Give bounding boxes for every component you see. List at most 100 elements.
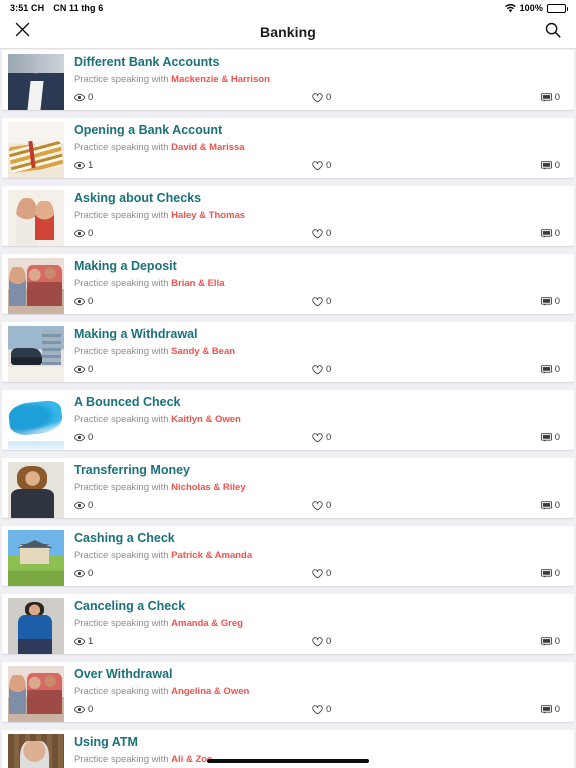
comment-icon [540, 229, 552, 238]
lesson-thumbnail [8, 258, 64, 314]
heart-icon [312, 500, 323, 511]
lesson-stats: 0 0 0 [74, 567, 568, 580]
subtitle-prefix: Practice speaking with [74, 346, 172, 357]
lesson-list[interactable]: Different Bank Accounts Practice speakin… [0, 50, 576, 768]
likes-stat[interactable]: 0 [312, 500, 331, 511]
subtitle-prefix: Practice speaking with [74, 482, 172, 493]
lesson-thumbnail [8, 54, 64, 110]
comments-count: 0 [554, 160, 560, 171]
lesson-stats: 0 0 0 [74, 703, 568, 716]
comments-stat[interactable]: 0 [540, 364, 560, 375]
lesson-partners: Angelina & Owen [171, 686, 250, 697]
lesson-partners: Nicholas & Riley [171, 482, 246, 493]
comments-count: 0 [554, 228, 560, 239]
views-stat[interactable]: 0 [74, 364, 93, 375]
status-bar-left: 3:51 CH CN 11 thg 6 [10, 3, 103, 13]
wifi-icon [504, 3, 516, 13]
lesson-title: Cashing a Check [74, 531, 175, 545]
status-date: CN 11 thg 6 [53, 3, 104, 13]
list-item-6[interactable]: A Bounced Check Practice speaking with K… [2, 390, 574, 450]
comment-icon [540, 365, 552, 374]
lesson-title: Canceling a Check [74, 599, 186, 613]
list-item-2[interactable]: Opening a Bank Account Practice speaking… [2, 118, 574, 178]
views-stat[interactable]: 0 [74, 704, 93, 715]
likes-count: 0 [326, 568, 332, 579]
battery-icon [547, 3, 568, 13]
likes-stat[interactable]: 0 [312, 432, 331, 443]
status-bar-right: 100% [504, 3, 568, 13]
list-item-10[interactable]: Over Withdrawal Practice speaking with A… [2, 662, 574, 722]
eye-icon [74, 161, 85, 170]
likes-count: 0 [326, 296, 332, 307]
list-item-9[interactable]: Canceling a Check Practice speaking with… [2, 594, 574, 654]
likes-stat[interactable]: 0 [312, 228, 331, 239]
lesson-thumbnail [8, 326, 64, 382]
views-count: 0 [88, 296, 94, 307]
lesson-thumbnail [8, 734, 64, 768]
list-item-1[interactable]: Different Bank Accounts Practice speakin… [2, 50, 574, 110]
views-stat[interactable]: 0 [74, 92, 93, 103]
subtitle-prefix: Practice speaking with [74, 550, 172, 561]
eye-icon [74, 365, 85, 374]
lesson-subtitle: Practice speaking with Brian & Ella [74, 277, 568, 290]
lesson-partners: Patrick & Amanda [171, 550, 253, 561]
comments-stat[interactable]: 0 [540, 704, 560, 715]
subtitle-prefix: Practice speaking with [74, 142, 172, 153]
lesson-body: Asking about Checks Practice speaking wi… [64, 190, 574, 246]
list-item-7[interactable]: Transferring Money Practice speaking wit… [2, 458, 574, 518]
lesson-subtitle: Practice speaking with Nicholas & Riley [74, 481, 568, 494]
list-item-3[interactable]: Asking about Checks Practice speaking wi… [2, 186, 574, 246]
lesson-stats: 0 0 0 [74, 431, 568, 444]
likes-count: 0 [326, 228, 332, 239]
views-stat[interactable]: 0 [74, 432, 93, 443]
subtitle-prefix: Practice speaking with [74, 74, 172, 85]
comments-count: 0 [554, 704, 560, 715]
list-item-4[interactable]: Making a Deposit Practice speaking with … [2, 254, 574, 314]
lesson-subtitle: Practice speaking with David & Marissa [74, 141, 568, 154]
views-stat[interactable]: 0 [74, 296, 93, 307]
comments-stat[interactable]: 0 [540, 500, 560, 511]
list-item-8[interactable]: Cashing a Check Practice speaking with P… [2, 526, 574, 586]
likes-stat[interactable]: 0 [312, 636, 331, 647]
lesson-body: Making a Deposit Practice speaking with … [64, 258, 574, 314]
list-item-5[interactable]: Making a Withdrawal Practice speaking wi… [2, 322, 574, 382]
comments-stat[interactable]: 0 [540, 160, 560, 171]
battery-percent: 100% [519, 3, 543, 13]
likes-count: 0 [326, 704, 332, 715]
eye-icon [74, 93, 85, 102]
comments-stat[interactable]: 0 [540, 636, 560, 647]
lesson-body: Different Bank Accounts Practice speakin… [64, 54, 574, 110]
lesson-thumbnail [8, 666, 64, 722]
likes-stat[interactable]: 0 [312, 92, 331, 103]
eye-icon [74, 501, 85, 510]
likes-stat[interactable]: 0 [312, 568, 331, 579]
comments-stat[interactable]: 0 [540, 568, 560, 579]
comments-count: 0 [554, 432, 560, 443]
comments-stat[interactable]: 0 [540, 92, 560, 103]
views-stat[interactable]: 1 [74, 636, 93, 647]
likes-stat[interactable]: 0 [312, 364, 331, 375]
views-stat[interactable]: 1 [74, 160, 93, 171]
views-count: 0 [88, 364, 94, 375]
comments-count: 0 [554, 636, 560, 647]
subtitle-prefix: Practice speaking with [74, 414, 172, 425]
comments-stat[interactable]: 0 [540, 228, 560, 239]
comment-icon [540, 637, 552, 646]
search-button[interactable] [539, 18, 567, 46]
comments-count: 0 [554, 296, 560, 307]
close-button[interactable] [8, 18, 36, 46]
comments-stat[interactable]: 0 [540, 296, 560, 307]
likes-stat[interactable]: 0 [312, 704, 331, 715]
comments-count: 0 [554, 364, 560, 375]
heart-icon [312, 364, 323, 375]
comments-stat[interactable]: 0 [540, 432, 560, 443]
views-stat[interactable]: 0 [74, 500, 93, 511]
lesson-subtitle: Practice speaking with Mackenzie & Harri… [74, 73, 568, 86]
comment-icon [540, 433, 552, 442]
views-stat[interactable]: 0 [74, 228, 93, 239]
views-stat[interactable]: 0 [74, 568, 93, 579]
likes-stat[interactable]: 0 [312, 296, 331, 307]
likes-stat[interactable]: 0 [312, 160, 331, 171]
lesson-subtitle: Practice speaking with Patrick & Amanda [74, 549, 568, 562]
lesson-body: Transferring Money Practice speaking wit… [64, 462, 574, 518]
